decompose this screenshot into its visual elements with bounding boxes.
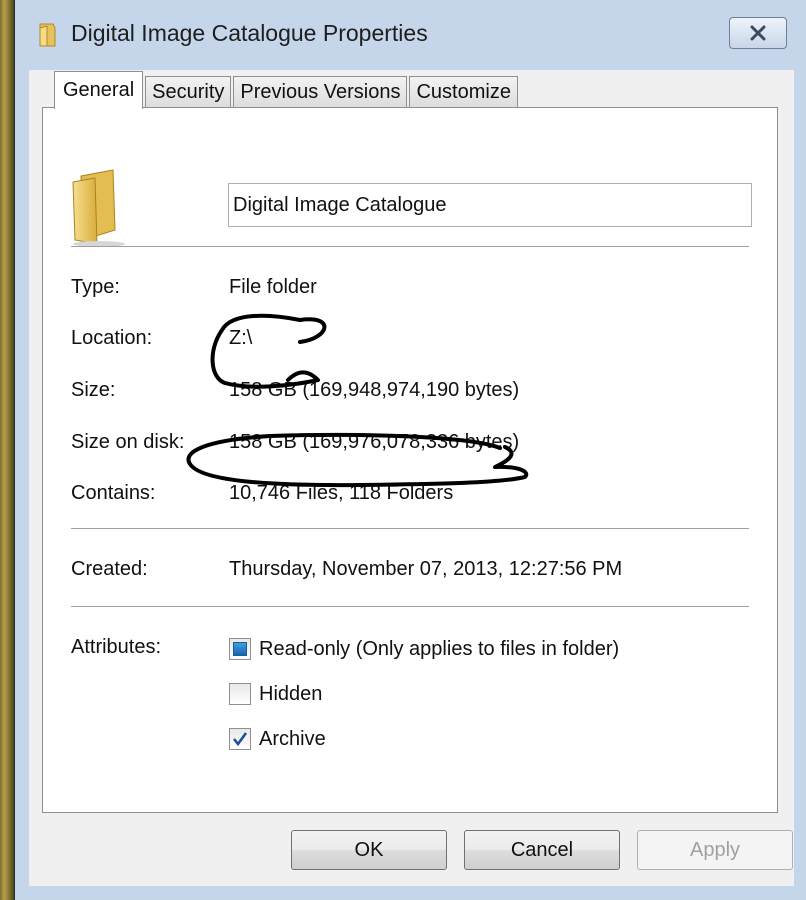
folder-icon: [72, 169, 125, 247]
close-icon: [750, 25, 766, 41]
ok-button[interactable]: OK: [291, 830, 447, 870]
hidden-checkbox[interactable]: [229, 683, 251, 705]
general-tab-panel: Type: File folder Location: Z:\ Size: 15…: [42, 107, 778, 813]
properties-window: Digital Image Catalogue Properties Gener…: [14, 0, 806, 900]
apply-button[interactable]: Apply: [637, 830, 793, 870]
created-label: Created:: [71, 558, 148, 580]
hidden-label[interactable]: Hidden: [259, 683, 322, 706]
location-label: Location:: [71, 327, 153, 349]
separator: [71, 528, 749, 530]
tab-general[interactable]: General: [54, 71, 144, 109]
checkmark-icon: [232, 732, 248, 747]
size-on-disk-label: Size on disk:: [71, 431, 185, 453]
tab-customize[interactable]: Customize: [409, 76, 518, 108]
contains-value: 10,746 Files, 118 Folders: [229, 482, 454, 504]
tab-strip: General Security Previous Versions Custo…: [54, 70, 520, 109]
tab-security[interactable]: Security: [145, 76, 232, 108]
contains-label: Contains:: [71, 482, 156, 504]
read-only-label[interactable]: Read-only (Only applies to files in fold…: [259, 638, 619, 661]
separator: [71, 246, 749, 248]
close-button[interactable]: [729, 17, 787, 49]
attributes-label: Attributes:: [71, 636, 162, 658]
size-label: Size:: [71, 379, 116, 401]
dialog-client-area: General Security Previous Versions Custo…: [29, 70, 794, 886]
size-on-disk-value: 158 GB (169,976,078,336 bytes): [229, 431, 520, 453]
separator: [71, 606, 749, 608]
archive-label[interactable]: Archive: [259, 728, 326, 751]
folder-name-input[interactable]: [228, 183, 752, 227]
background-window-edge: [0, 0, 14, 900]
type-label: Type:: [71, 276, 120, 298]
folder-icon: [39, 23, 56, 47]
location-value: Z:\: [229, 327, 253, 349]
archive-checkbox[interactable]: [229, 728, 251, 750]
read-only-checkbox[interactable]: [229, 638, 251, 660]
type-value: File folder: [229, 276, 317, 298]
cancel-button[interactable]: Cancel: [464, 830, 620, 870]
created-value: Thursday, November 07, 2013, 12:27:56 PM: [229, 558, 623, 580]
size-value: 158 GB (169,948,974,190 bytes): [229, 379, 520, 401]
tab-previous-versions[interactable]: Previous Versions: [233, 76, 408, 108]
window-title: Digital Image Catalogue Properties: [71, 20, 428, 46]
